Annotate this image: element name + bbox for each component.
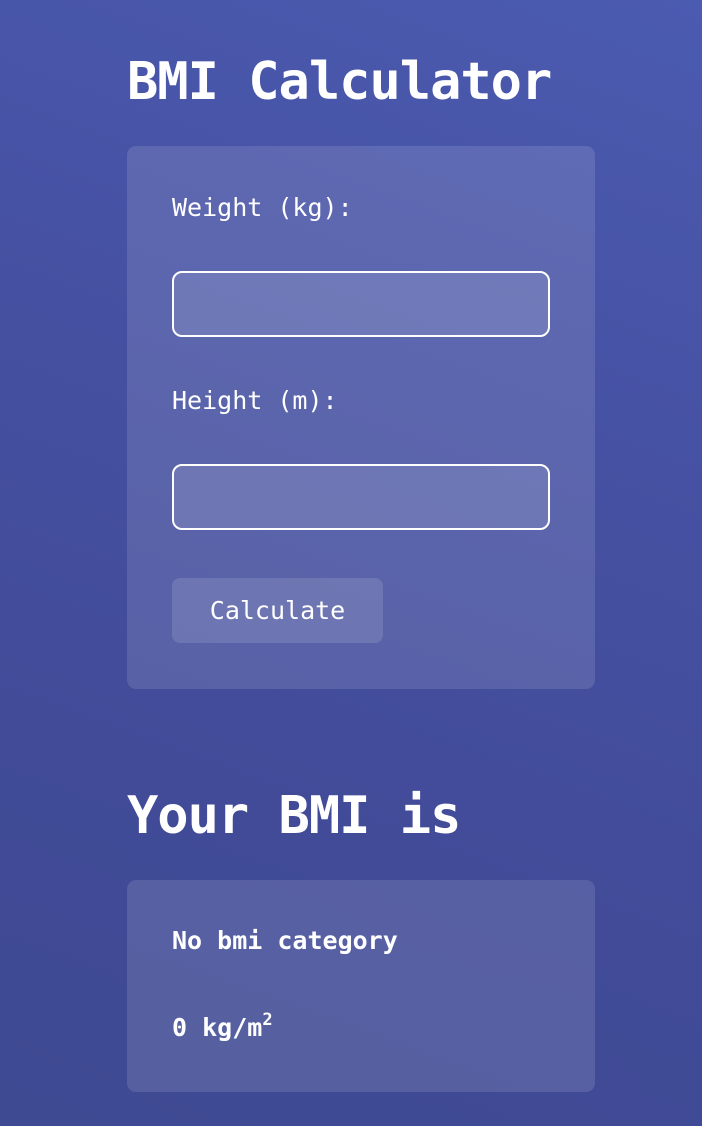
result-card: No bmi category 0 kg/m2 bbox=[127, 880, 595, 1092]
page-title: BMI Calculator bbox=[127, 52, 552, 112]
calculate-button[interactable]: Calculate bbox=[172, 578, 383, 643]
bmi-unit: kg/m bbox=[202, 1013, 263, 1042]
bmi-value: 0 bbox=[172, 1013, 188, 1042]
result-heading: Your BMI is bbox=[127, 786, 461, 846]
height-label: Height (m): bbox=[172, 386, 338, 415]
height-input[interactable] bbox=[172, 464, 550, 530]
bmi-category: No bmi category bbox=[172, 926, 398, 955]
weight-label: Weight (kg): bbox=[172, 193, 353, 222]
bmi-form-card: Weight (kg): Height (m): Calculate bbox=[127, 146, 595, 689]
weight-input[interactable] bbox=[172, 271, 550, 337]
bmi-unit-exponent: 2 bbox=[262, 1010, 273, 1030]
bmi-value-line: 0 kg/m2 bbox=[172, 1010, 273, 1043]
